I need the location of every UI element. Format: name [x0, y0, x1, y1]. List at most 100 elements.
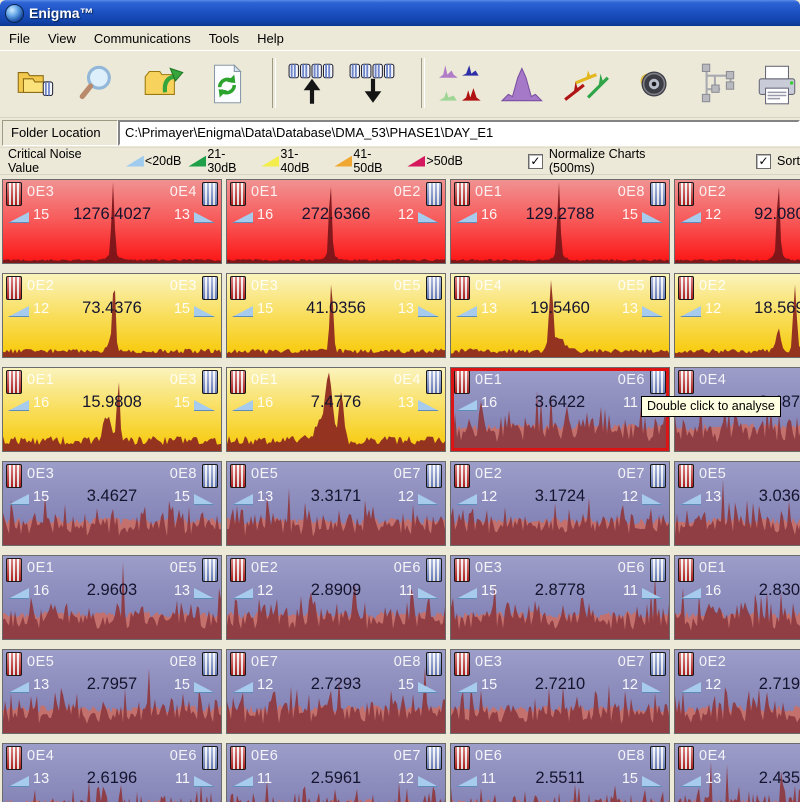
tile-levels: 1511	[456, 583, 663, 599]
tile-levels: 1512	[456, 677, 663, 693]
checkbox-normalize[interactable]: ✓Normalize Charts (500ms)	[528, 147, 694, 175]
legend-item: <20dB	[126, 154, 182, 168]
logger-pair-tile[interactable]: 0E10E2 1612272.6366	[226, 179, 446, 264]
level-triangle-left-icon	[680, 306, 701, 317]
menu-item-file[interactable]: File	[0, 28, 39, 49]
search-button[interactable]	[74, 57, 128, 111]
tile-levels: 1313	[456, 301, 663, 317]
logger-pair-tile[interactable]: 0E30E8 15153.4627	[2, 461, 222, 546]
logger-pair-tile[interactable]: 0E5 133.0365	[674, 461, 800, 546]
logger-pair-tile[interactable]: 0E70E8 12152.7293	[226, 649, 446, 734]
logger-id-right: 0E5	[394, 278, 421, 294]
print-button[interactable]	[750, 57, 800, 111]
logger-icon-left	[678, 370, 694, 394]
logger-pair-tile[interactable]: 0E10E5 16132.9603	[2, 555, 222, 640]
logger-id-left: 0E1	[251, 372, 278, 388]
logger-icon-left	[6, 746, 22, 770]
menu-item-view[interactable]: View	[39, 28, 85, 49]
tile-header: 0E10E5	[6, 558, 218, 582]
level-triangle-right-icon	[418, 494, 439, 505]
logger-icon-left	[6, 182, 22, 206]
legend-title: Critical Noise Value	[8, 147, 116, 175]
waterfall-view-button[interactable]	[560, 57, 614, 111]
level-left: 12	[705, 301, 721, 317]
logger-icon-right	[650, 370, 666, 394]
logger-pair-tile[interactable]: 0E30E6 15112.8778	[450, 555, 670, 640]
logger-pair-tile[interactable]: 0E30E7 15122.7210	[450, 649, 670, 734]
logger-pair-tile[interactable]: 0E40E6 13112.6196	[2, 743, 222, 802]
logger-icon-left	[454, 464, 470, 488]
checkbox-icon[interactable]: ✓	[528, 154, 543, 169]
open-database-button[interactable]	[10, 57, 64, 111]
logger-id-right: 0E8	[170, 654, 197, 670]
view-all-charts-button[interactable]	[436, 57, 490, 111]
logger-id-right: 0E4	[394, 372, 421, 388]
logger-icon-left	[6, 558, 22, 582]
menu-item-help[interactable]: Help	[248, 28, 293, 49]
logger-id-left: 0E1	[475, 372, 502, 388]
upload-loggers-button[interactable]	[285, 57, 339, 111]
logger-pair-tile[interactable]: 0E20E3 121573.4376	[2, 273, 222, 358]
export-data-button[interactable]	[138, 57, 192, 111]
tile-levels: 1615	[8, 395, 215, 411]
logger-pair-tile[interactable]: 0E10E8 1615129.2788	[450, 179, 670, 264]
checkbox-sort[interactable]: ✓Sort	[756, 154, 800, 169]
logger-pair-tile[interactable]: 0E50E7 13123.3171	[226, 461, 446, 546]
logger-icon-right	[202, 276, 218, 300]
tile-header: 0E4	[678, 746, 800, 770]
tile-levels: 13	[680, 771, 800, 787]
level-left: 15	[33, 489, 49, 505]
toolbar-separator	[421, 58, 425, 108]
logger-pair-tile[interactable]: 0E30E5 151341.0356	[226, 273, 446, 358]
tile-header: 0E50E8	[6, 652, 218, 676]
logger-pair-tile[interactable]: 0E20E6 12112.8909	[226, 555, 446, 640]
logger-icon-right	[426, 276, 442, 300]
logger-pair-tile[interactable]: 0E2 122.7196	[674, 649, 800, 734]
logger-pair-tile[interactable]: 0E2 1292.0801	[674, 179, 800, 264]
menu-item-tools[interactable]: Tools	[200, 28, 248, 49]
level-triangle-right-icon	[642, 306, 663, 317]
logger-pair-tile[interactable]: 0E10E4 16137.4776	[226, 367, 446, 452]
level-triangle-right-icon	[642, 682, 663, 693]
logger-icon-left	[454, 746, 470, 770]
tile-levels: 1613	[232, 395, 439, 411]
logger-id-right: 0E6	[170, 748, 197, 764]
level-left: 13	[33, 677, 49, 693]
checkbox-icon[interactable]: ✓	[756, 154, 771, 169]
level-right: 13	[174, 583, 190, 599]
logger-pair-tile[interactable]: 0E4 132.4350	[674, 743, 800, 802]
logger-id-left: 0E4	[699, 372, 726, 388]
level-right: 11	[399, 583, 414, 599]
correlation-network-button[interactable]	[690, 57, 744, 111]
logger-pair-tile[interactable]: 0E20E7 12123.1724	[450, 461, 670, 546]
tile-header: 0E40E5	[454, 276, 666, 300]
download-loggers-button[interactable]	[346, 57, 400, 111]
logger-pair-tile[interactable]: 0E2 1218.5690	[674, 273, 800, 358]
logger-icon-left	[678, 276, 694, 300]
logger-pair-tile[interactable]: 0E30E4 15131276.4027	[2, 179, 222, 264]
logger-pair-tile[interactable]: 0E60E7 11122.5961	[226, 743, 446, 802]
level-left: 12	[481, 489, 497, 505]
folder-path-input[interactable]	[118, 120, 800, 146]
tile-levels: 12	[680, 207, 800, 223]
toolbar-separator	[272, 58, 276, 108]
level-triangle-left-icon	[680, 494, 701, 505]
logger-icon-left	[230, 182, 246, 206]
listen-sound-button[interactable]	[626, 57, 680, 111]
level-left: 15	[481, 677, 497, 693]
tile-levels: 1612	[232, 207, 439, 223]
logger-pair-tile[interactable]: 0E1 162.8302	[674, 555, 800, 640]
tile-header: 0E30E6	[454, 558, 666, 582]
menu-item-communications[interactable]: Communications	[85, 28, 200, 49]
logger-pair-tile[interactable]: 0E60E8 11152.5511	[450, 743, 670, 802]
logger-pair-tile[interactable]: 0E40E5 131319.5460	[450, 273, 670, 358]
logger-pair-tile[interactable]: 0E10E3 161515.9808	[2, 367, 222, 452]
logger-icon-right	[426, 464, 442, 488]
refresh-button[interactable]	[200, 57, 254, 111]
logger-pair-tile[interactable]: 0E50E8 13152.7957	[2, 649, 222, 734]
level-triangle-right-icon	[194, 588, 215, 599]
logger-pair-tile[interactable]: 0E10E6 16113.6422	[450, 367, 670, 452]
legend-item-label: 31-40dB	[280, 147, 327, 175]
view-chart-button[interactable]	[498, 57, 552, 111]
logger-icon-right	[426, 370, 442, 394]
